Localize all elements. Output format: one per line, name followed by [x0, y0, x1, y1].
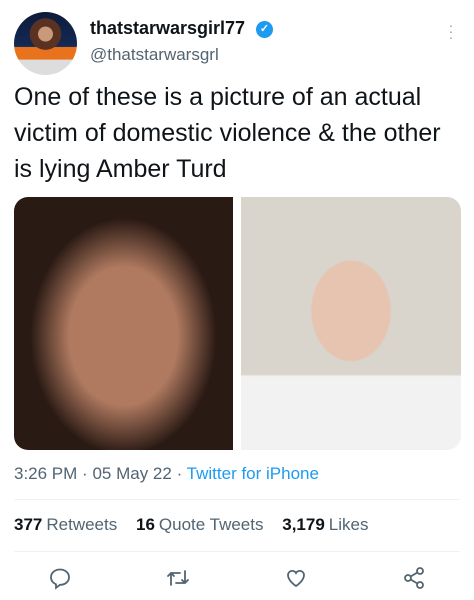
- likes-count[interactable]: 3,179 Likes: [282, 515, 368, 534]
- author-name[interactable]: thatstarwarsgirl77: [90, 18, 245, 39]
- separator: ·: [176, 464, 183, 483]
- retweet-icon[interactable]: [166, 566, 190, 590]
- verified-badge-icon: ✓: [256, 21, 273, 38]
- tweet-stats: 377 Retweets 16 Quote Tweets 3,179 Likes: [14, 515, 368, 535]
- tweet-time[interactable]: 3:26 PM: [14, 464, 77, 483]
- avatar[interactable]: [14, 12, 77, 75]
- tweet-date[interactable]: 05 May 22: [92, 464, 171, 483]
- tweet-text: One of these is a picture of an actual v…: [14, 83, 441, 183]
- separator: ·: [82, 464, 88, 483]
- tweet-photo-1[interactable]: [14, 197, 233, 450]
- divider: [14, 499, 460, 500]
- share-icon[interactable]: [402, 566, 426, 590]
- like-icon[interactable]: [284, 566, 308, 590]
- author-handle[interactable]: @thatstarwarsgrl: [90, 45, 219, 65]
- retweets-count[interactable]: 377 Retweets: [14, 515, 117, 534]
- tweet-meta: 3:26 PM · 05 May 22 · Twitter for iPhone: [14, 464, 319, 484]
- divider: [14, 551, 460, 552]
- quote-tweets-count[interactable]: 16 Quote Tweets: [136, 515, 264, 534]
- tweet-photo-2[interactable]: [241, 197, 461, 450]
- tweet-source[interactable]: Twitter for iPhone: [187, 464, 319, 483]
- more-options-icon[interactable]: · · ·: [448, 18, 454, 44]
- reply-icon[interactable]: [48, 566, 72, 590]
